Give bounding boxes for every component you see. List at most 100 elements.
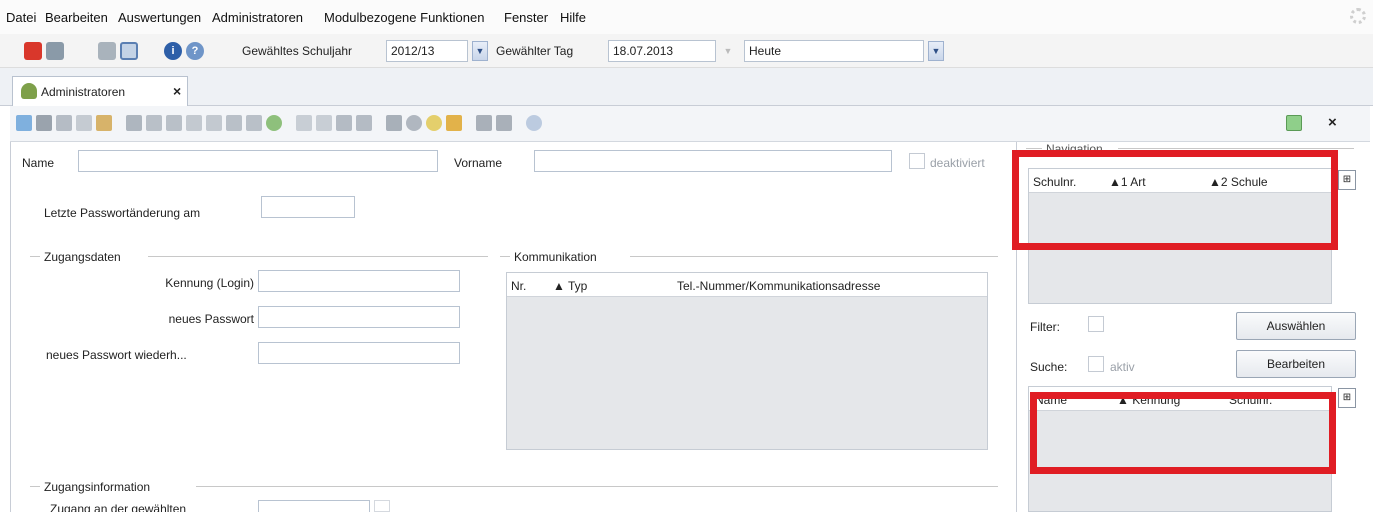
kommunikation-grid-header: Nr. ▲ Typ Tel.-Nummer/Kommunikationsadre… xyxy=(507,273,987,297)
edit-icon[interactable] xyxy=(96,115,112,131)
clear-icon[interactable] xyxy=(446,115,462,131)
schuljahr-field[interactable]: 2012/13 xyxy=(386,40,468,62)
menu-modulbezogene-funktionen[interactable]: Modulbezogene Funktionen xyxy=(324,10,484,25)
zugang-label: Zugang an der gewählten xyxy=(50,502,187,512)
zugang-field[interactable] xyxy=(258,500,370,512)
passwort-change-label: Letzte Passwortänderung am xyxy=(44,206,201,220)
heute-dropdown-icon[interactable]: ▼ xyxy=(928,41,944,61)
archive-icon[interactable] xyxy=(126,115,142,131)
kennung-input[interactable] xyxy=(258,270,460,292)
zugangsdaten-title: Zugangsdaten xyxy=(44,250,121,264)
panel-border xyxy=(10,142,11,512)
group-line xyxy=(196,486,998,487)
vorname-label: Vorname xyxy=(454,156,503,170)
gear-icon xyxy=(1350,8,1366,24)
name-input[interactable] xyxy=(78,150,438,172)
group-line xyxy=(30,256,40,257)
deaktiviert-checkbox[interactable] xyxy=(909,153,925,169)
exit-icon[interactable] xyxy=(24,42,42,60)
copy-icon[interactable] xyxy=(98,42,116,60)
calculator-icon[interactable] xyxy=(46,42,64,60)
preview-icon[interactable] xyxy=(406,115,422,131)
column-nr[interactable]: Nr. xyxy=(511,279,526,293)
menu-administratoren[interactable]: Administratoren xyxy=(212,10,303,25)
tag-dropdown-icon[interactable]: ▼ xyxy=(720,42,736,60)
users-icon xyxy=(21,83,37,99)
paste-icon[interactable] xyxy=(356,115,372,131)
aktiv-label: aktiv xyxy=(1110,360,1135,374)
menu-hilfe[interactable]: Hilfe xyxy=(560,10,586,25)
highlight-box xyxy=(1012,150,1338,250)
sync-icon[interactable] xyxy=(1286,115,1302,131)
navigation-close-icon[interactable]: × xyxy=(1328,114,1337,131)
group-line xyxy=(500,256,510,257)
neues-passwort-input[interactable] xyxy=(258,306,460,328)
deaktiviert-label: deaktiviert xyxy=(930,156,985,170)
column-typ[interactable]: ▲ Typ xyxy=(553,279,587,293)
info-icon[interactable]: i xyxy=(164,42,182,60)
main-toolbar: i ? Gewähltes Schuljahr 2012/13 ▼ Gewähl… xyxy=(0,34,1373,68)
menu-datei[interactable]: Datei xyxy=(6,10,36,25)
fast-back-icon[interactable] xyxy=(166,115,182,131)
highlight-box xyxy=(1030,392,1336,474)
group-line xyxy=(1118,148,1354,149)
tab-administratoren[interactable]: Administratoren × xyxy=(12,76,188,106)
name-label: Name xyxy=(22,156,55,170)
neues-passwort-label: neues Passwort xyxy=(168,312,254,326)
auswaehlen-button[interactable]: Auswählen xyxy=(1236,312,1356,340)
filter-checkbox[interactable] xyxy=(1088,316,1104,332)
user-group-icon[interactable] xyxy=(476,115,492,131)
bearbeiten-button[interactable]: Bearbeiten xyxy=(1236,350,1356,378)
heute-select[interactable]: Heute xyxy=(744,40,924,62)
record-toolbar: × xyxy=(10,106,1370,142)
neues-passwort-wdh-input[interactable] xyxy=(258,342,460,364)
tag-label: Gewählter Tag xyxy=(496,44,574,58)
menu-bar: Datei Bearbeiten Auswertungen Administra… xyxy=(0,0,1373,34)
cut-icon[interactable] xyxy=(316,115,332,131)
suche-label: Suche: xyxy=(1030,360,1068,374)
copy-record-icon[interactable] xyxy=(336,115,352,131)
menu-fenster[interactable]: Fenster xyxy=(504,10,548,25)
help-icon[interactable]: ? xyxy=(186,42,204,60)
user-settings-icon[interactable] xyxy=(496,115,512,131)
schuljahr-dropdown-icon[interactable]: ▼ xyxy=(472,41,488,61)
suche-aktiv-checkbox[interactable] xyxy=(1088,356,1104,372)
zugangsinfo-title: Zugangsinformation xyxy=(44,480,151,494)
back-arrow-icon[interactable] xyxy=(296,115,312,131)
toolbar-help-icon[interactable] xyxy=(526,115,542,131)
filter-label: Filter: xyxy=(1030,320,1060,334)
group-line xyxy=(148,256,488,257)
tab-label: Administratoren xyxy=(41,85,126,99)
tab-strip xyxy=(0,68,1373,106)
new-record-icon[interactable] xyxy=(16,115,32,131)
passwort-change-field xyxy=(261,196,355,218)
menu-bearbeiten[interactable]: Bearbeiten xyxy=(45,10,108,25)
next-icon[interactable] xyxy=(206,115,222,131)
tag-field[interactable]: 18.07.2013 xyxy=(608,40,716,62)
column-adresse[interactable]: Tel.-Nummer/Kommunikationsadresse xyxy=(677,279,880,293)
schuljahr-label: Gewähltes Schuljahr xyxy=(242,44,353,58)
tab-close-icon[interactable]: × xyxy=(173,83,181,99)
group-line xyxy=(1026,148,1042,149)
undo-icon[interactable] xyxy=(56,115,72,131)
window-icon[interactable] xyxy=(120,42,138,60)
neues-passwort-wdh-label: neues Passwort wiederh... xyxy=(46,348,187,362)
zugang-dropdown-icon[interactable] xyxy=(374,500,390,512)
column-chooser-icon[interactable]: ⊞ xyxy=(1338,170,1356,190)
save-icon[interactable] xyxy=(36,115,52,131)
refresh-icon[interactable] xyxy=(266,115,282,131)
kommunikation-grid[interactable]: Nr. ▲ Typ Tel.-Nummer/Kommunikationsadre… xyxy=(506,272,988,450)
print-icon[interactable] xyxy=(386,115,402,131)
kommunikation-title: Kommunikation xyxy=(514,250,597,264)
vorname-input[interactable] xyxy=(534,150,892,172)
idea-icon[interactable] xyxy=(426,115,442,131)
first-record-icon[interactable] xyxy=(146,115,162,131)
column-chooser-icon[interactable]: ⊞ xyxy=(1338,388,1356,408)
last-record-icon[interactable] xyxy=(246,115,262,131)
menu-auswertungen[interactable]: Auswertungen xyxy=(118,10,201,25)
previous-icon[interactable] xyxy=(186,115,202,131)
group-line xyxy=(630,256,998,257)
fast-forward-icon[interactable] xyxy=(226,115,242,131)
group-line xyxy=(30,486,40,487)
delete-icon[interactable] xyxy=(76,115,92,131)
